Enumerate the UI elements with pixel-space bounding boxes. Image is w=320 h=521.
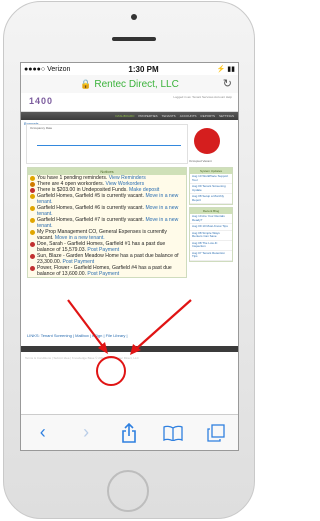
share-icon[interactable]: [114, 418, 144, 448]
notice-status-icon: [30, 241, 35, 247]
chart-title: Occupancy Rate: [30, 126, 53, 130]
notice-status-icon: [30, 205, 35, 211]
status-bar: ●●●●○ Verizon 1:30 PM ⚡ ▮▮: [21, 63, 238, 75]
back-chevron-icon[interactable]: ‹: [28, 418, 58, 448]
side-panel: System Updates Aug 10 WorkPlace Support …: [189, 167, 233, 264]
notices-header: Notices: [28, 168, 186, 175]
system-updates-box: System Updates Aug 10 WorkPlace Support …: [189, 167, 233, 205]
site-header: 1400 Logged in as: Tenant Services Accou…: [21, 93, 238, 112]
site-logo[interactable]: 1400: [29, 96, 53, 106]
address-bar[interactable]: 🔒 Rentec Direct, LLC ↻: [21, 75, 238, 94]
bookmarks-icon[interactable]: [158, 418, 188, 448]
address-host: Rentec Direct, LLC: [94, 78, 179, 90]
earpiece-speaker: [112, 37, 156, 41]
tabs-glyph: [207, 423, 225, 442]
notice-item: Power, Flower - Garfield Homes, Garfield…: [28, 265, 186, 277]
pie-legend: Occupied Vacant: [189, 159, 212, 163]
notice-status-icon: [30, 181, 35, 187]
notice-item: Sun, Blaze - Garden Meadow Home has a pa…: [28, 253, 186, 265]
notices-list: You have 1 pending reminders. View Remin…: [28, 175, 186, 277]
nav-tenants[interactable]: TENANTS: [162, 114, 176, 118]
notice-status-icon: [30, 217, 35, 223]
occupancy-chart: Occupancy Rate: [26, 124, 188, 164]
lock-icon: 🔒: [80, 78, 92, 89]
carrier-label: ●●●●○ Verizon: [24, 65, 71, 73]
nav-properties[interactable]: PROPERTIES: [138, 114, 157, 118]
account-links[interactable]: Logged in as: Tenant Services Account He…: [173, 95, 232, 99]
notice-text: Garfield Homes, Garfield #7 is currently…: [37, 217, 145, 223]
reload-icon[interactable]: ↻: [223, 77, 232, 90]
nav-settings[interactable]: SETTINGS: [219, 114, 234, 118]
nav-dashboard[interactable]: DASHBOARD: [115, 114, 134, 118]
chart-line: [37, 145, 181, 146]
blog-item[interactable]: Aug 08 Simple Ways Renters Can Save: [190, 231, 232, 241]
notice-status-icon: [30, 253, 35, 259]
phone-screen: ●●●●○ Verizon 1:30 PM ⚡ ▮▮ 🔒 Rentec Dire…: [20, 62, 239, 451]
webpage-content: 1400 Logged in as: Tenant Services Accou…: [21, 93, 238, 415]
blog-item[interactable]: Aug 07 Tenant Retention Tips: [190, 251, 232, 261]
notice-status-icon: [30, 193, 35, 199]
notice-item: Garfield Homes, Garfield #5 is currently…: [28, 193, 186, 205]
notice-item: Garfield Homes, Garfield #6 is currently…: [28, 205, 186, 217]
site-footer: Terms & Conditions | Submit Idea | Knowl…: [21, 346, 238, 360]
notice-item: My Prop Management CO, General Expenses …: [28, 229, 186, 241]
safari-toolbar: ‹ ›: [21, 414, 238, 450]
update-item[interactable]: Aug 09 Tenant Screening Update: [190, 184, 232, 194]
notice-status-icon: [30, 265, 35, 271]
site-nav: DASHBOARD PROPERTIES TENANTS ACCOUNTS RE…: [21, 112, 238, 120]
share-glyph: [122, 422, 137, 443]
notice-text: Sun, Blaze - Garden Meadow Home has a pa…: [37, 253, 179, 265]
notice-text: Garfield Homes, Garfield #5 is currently…: [37, 193, 145, 199]
notice-status-icon: [30, 187, 35, 193]
nav-reports[interactable]: REPORTS: [201, 114, 215, 118]
notice-item: Doe, Sarah - Garfield Homes, Garfield #1…: [28, 241, 186, 253]
highlight-circle: [96, 356, 126, 386]
occupancy-pie: [194, 128, 220, 154]
notice-status-icon: [30, 229, 35, 235]
tabs-icon[interactable]: [201, 418, 231, 448]
update-item[interactable]: Aug 08 Setup a Monthly Report: [190, 194, 232, 204]
status-icons: ⚡ ▮▮: [216, 66, 235, 73]
notice-status-icon: [30, 175, 35, 181]
forward-chevron-icon[interactable]: ›: [71, 418, 101, 448]
blog-item[interactable]: Aug 08 The Low-Fi Inspection: [190, 241, 232, 251]
update-item[interactable]: Aug 10 WorkPlace Support Tool: [190, 174, 232, 184]
quick-links[interactable]: LINKS: Tenant Screening | Mailbox | eSig…: [27, 333, 128, 338]
book-glyph: [163, 425, 183, 441]
notice-action-link[interactable]: Post Payment: [87, 271, 119, 277]
notice-item: Garfield Homes, Garfield #7 is currently…: [28, 217, 186, 229]
recent-blog-box: Recent Blog Aug 10 Are Your Rentals Read…: [189, 207, 233, 262]
clock: 1:30 PM: [128, 64, 159, 74]
blog-item[interactable]: Aug 10 Are Your Rentals Ready?: [190, 214, 232, 224]
home-button[interactable]: [107, 470, 149, 512]
nav-accounts[interactable]: ACCOUNTS: [180, 114, 197, 118]
notice-text: Garfield Homes, Garfield #6 is currently…: [37, 205, 145, 211]
notices-panel: Notices You have 1 pending reminders. Vi…: [27, 167, 187, 278]
front-camera: [131, 14, 137, 20]
